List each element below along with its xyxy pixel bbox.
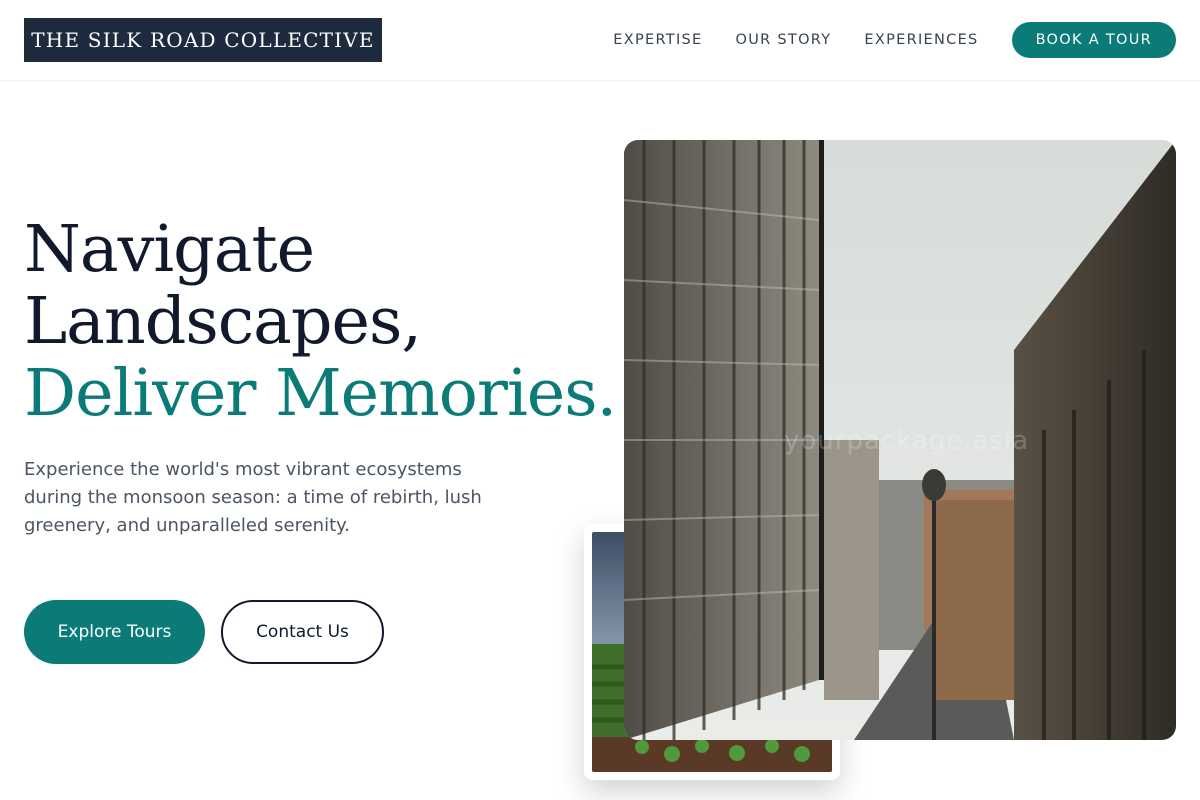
contact-us-button[interactable]: Contact Us xyxy=(221,600,384,664)
hero-title: Navigate Landscapes, Deliver Memories. xyxy=(24,212,617,431)
main-nav: EXPERTISE OUR STORY EXPERIENCES BOOK A T… xyxy=(613,22,1176,58)
explore-tours-button[interactable]: Explore Tours xyxy=(24,600,205,664)
site-header: THE SILK ROAD COLLECTIVE EXPERTISE OUR S… xyxy=(0,0,1200,81)
book-a-tour-button[interactable]: BOOK A TOUR xyxy=(1011,22,1176,58)
hero-title-line-1: Navigate xyxy=(24,212,315,287)
city-street-photo: yourpackage.asia xyxy=(624,140,1176,740)
nav-link-expertise[interactable]: EXPERTISE xyxy=(613,32,702,48)
nav-link-our-story[interactable]: OUR STORY xyxy=(736,32,832,48)
hero-title-line-2: Landscapes, xyxy=(24,284,422,359)
hero-title-accent: Deliver Memories. xyxy=(24,356,617,431)
site-logo[interactable]: THE SILK ROAD COLLECTIVE xyxy=(24,18,382,62)
photo-watermark: yourpackage.asia xyxy=(784,426,1030,456)
nav-link-experiences[interactable]: EXPERIENCES xyxy=(864,32,978,48)
hero-description: Experience the world's most vibrant ecos… xyxy=(24,459,482,536)
